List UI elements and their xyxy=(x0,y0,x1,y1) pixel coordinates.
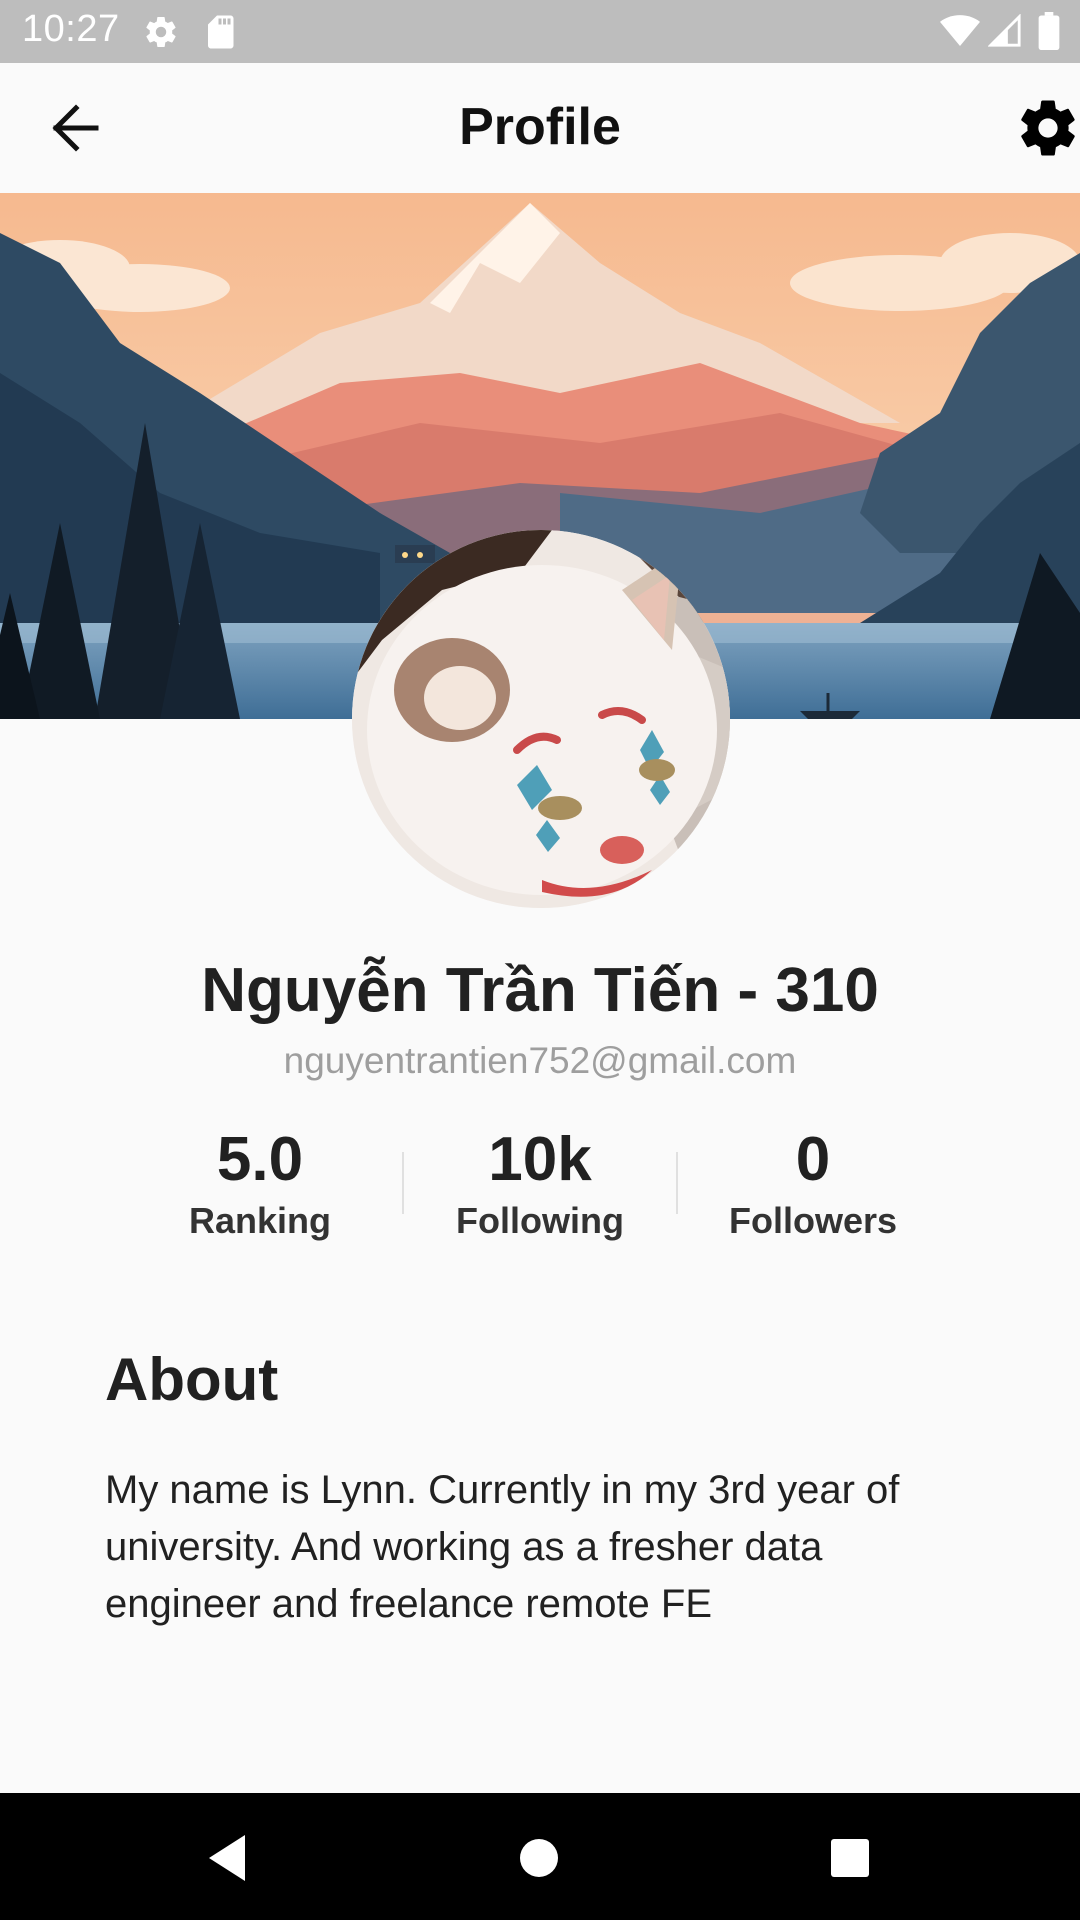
status-bar: 10:27 xyxy=(0,0,1080,63)
stat-ranking[interactable]: 5.0 Ranking xyxy=(130,1125,390,1247)
wifi-icon xyxy=(940,15,980,46)
stat-label: Followers xyxy=(728,1200,898,1241)
page-title: Profile xyxy=(459,98,621,156)
recents-square-icon[interactable] xyxy=(830,1838,870,1878)
user-name: Nguyễn Trần Tiến - 310 xyxy=(201,956,879,1025)
avatar[interactable] xyxy=(352,530,730,908)
stat-followers[interactable]: 0 Followers xyxy=(683,1125,943,1247)
stat-following[interactable]: 10k Following xyxy=(410,1125,670,1247)
about-title: About xyxy=(105,1346,279,1413)
stat-value: 0 xyxy=(795,1125,831,1194)
app-bar: Profile xyxy=(0,63,1080,193)
about-text: My name is Lynn. Currently in my 3rd yea… xyxy=(105,1468,900,1626)
signal-icon xyxy=(988,14,1021,47)
stat-label: Ranking xyxy=(188,1200,331,1241)
stat-divider xyxy=(402,1152,404,1214)
system-nav-bar xyxy=(0,1793,1080,1920)
home-circle-icon[interactable] xyxy=(519,1838,559,1878)
battery-icon xyxy=(1038,12,1060,50)
stat-value: 10k xyxy=(488,1125,592,1194)
sd-card-icon xyxy=(208,15,234,49)
status-time: 10:27 xyxy=(22,8,120,50)
settings-gear-icon xyxy=(146,17,176,48)
stat-value: 5.0 xyxy=(216,1125,304,1194)
back-triangle-icon[interactable] xyxy=(205,1833,249,1883)
stats-row: 5.0 Ranking 10k Following 0 Followers xyxy=(130,1125,950,1245)
stat-divider xyxy=(676,1152,678,1214)
user-email: nguyentrantien752@gmail.com xyxy=(283,1040,797,1081)
stat-label: Following xyxy=(456,1200,624,1241)
settings-gear-icon[interactable] xyxy=(1015,95,1080,161)
